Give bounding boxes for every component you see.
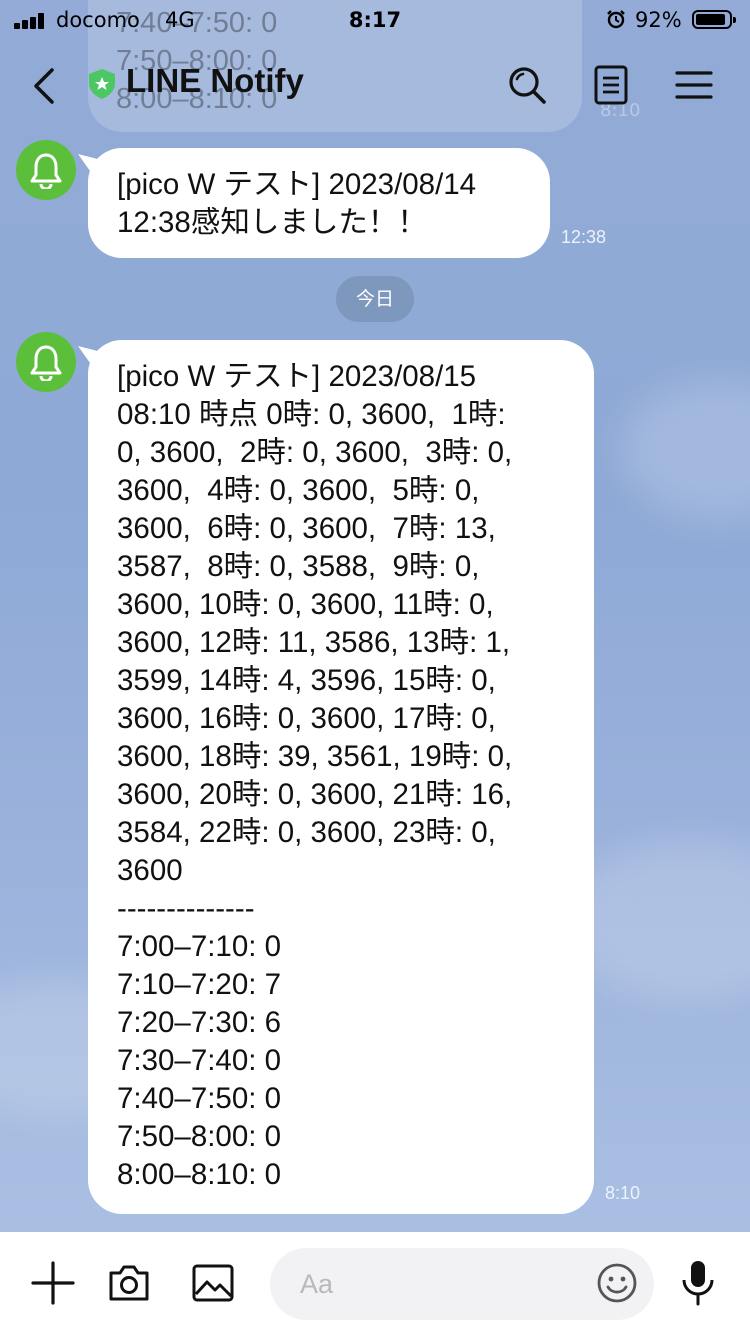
message-text: [pico W テスト] 2023/08/15 08:10 時点 0時: 0, … — [117, 360, 513, 1191]
message-time: 8:10 — [605, 1183, 641, 1203]
alarm-icon — [607, 10, 625, 29]
menu-icon[interactable] — [673, 64, 715, 106]
message-bubble[interactable]: [pico W テスト] 2023/08/15 08:10 時点 0時: 0, … — [88, 340, 594, 1214]
image-icon[interactable] — [190, 1260, 236, 1306]
input-bar — [0, 1232, 750, 1334]
battery-icon — [692, 10, 736, 29]
sender-avatar[interactable] — [16, 332, 76, 392]
camera-icon[interactable] — [106, 1260, 152, 1306]
status-bar: docomo 4G 8:17 92% — [0, 0, 750, 40]
back-icon[interactable] — [28, 66, 58, 106]
search-icon[interactable] — [506, 64, 548, 106]
message-text: [pico W テスト] 2023/08/14 12:38感知しました！！ — [117, 168, 477, 239]
date-separator: 今日 — [336, 276, 414, 322]
sender-avatar[interactable] — [16, 140, 76, 200]
plus-icon[interactable] — [30, 1260, 76, 1306]
shield-icon — [89, 69, 115, 99]
message-bubble[interactable]: [pico W テスト] 2023/08/14 12:38感知しました！！ — [88, 148, 550, 258]
microphone-icon[interactable] — [678, 1258, 718, 1308]
bell-icon — [30, 153, 62, 189]
message-time: 12:38 — [561, 227, 607, 247]
note-icon[interactable] — [590, 64, 632, 106]
chat-title: LINE Notify — [126, 62, 304, 99]
emoji-icon[interactable] — [596, 1262, 638, 1304]
bell-icon — [30, 345, 62, 381]
chat-header: LINE Notify — [0, 40, 750, 130]
battery-percent: 92% — [635, 8, 682, 32]
